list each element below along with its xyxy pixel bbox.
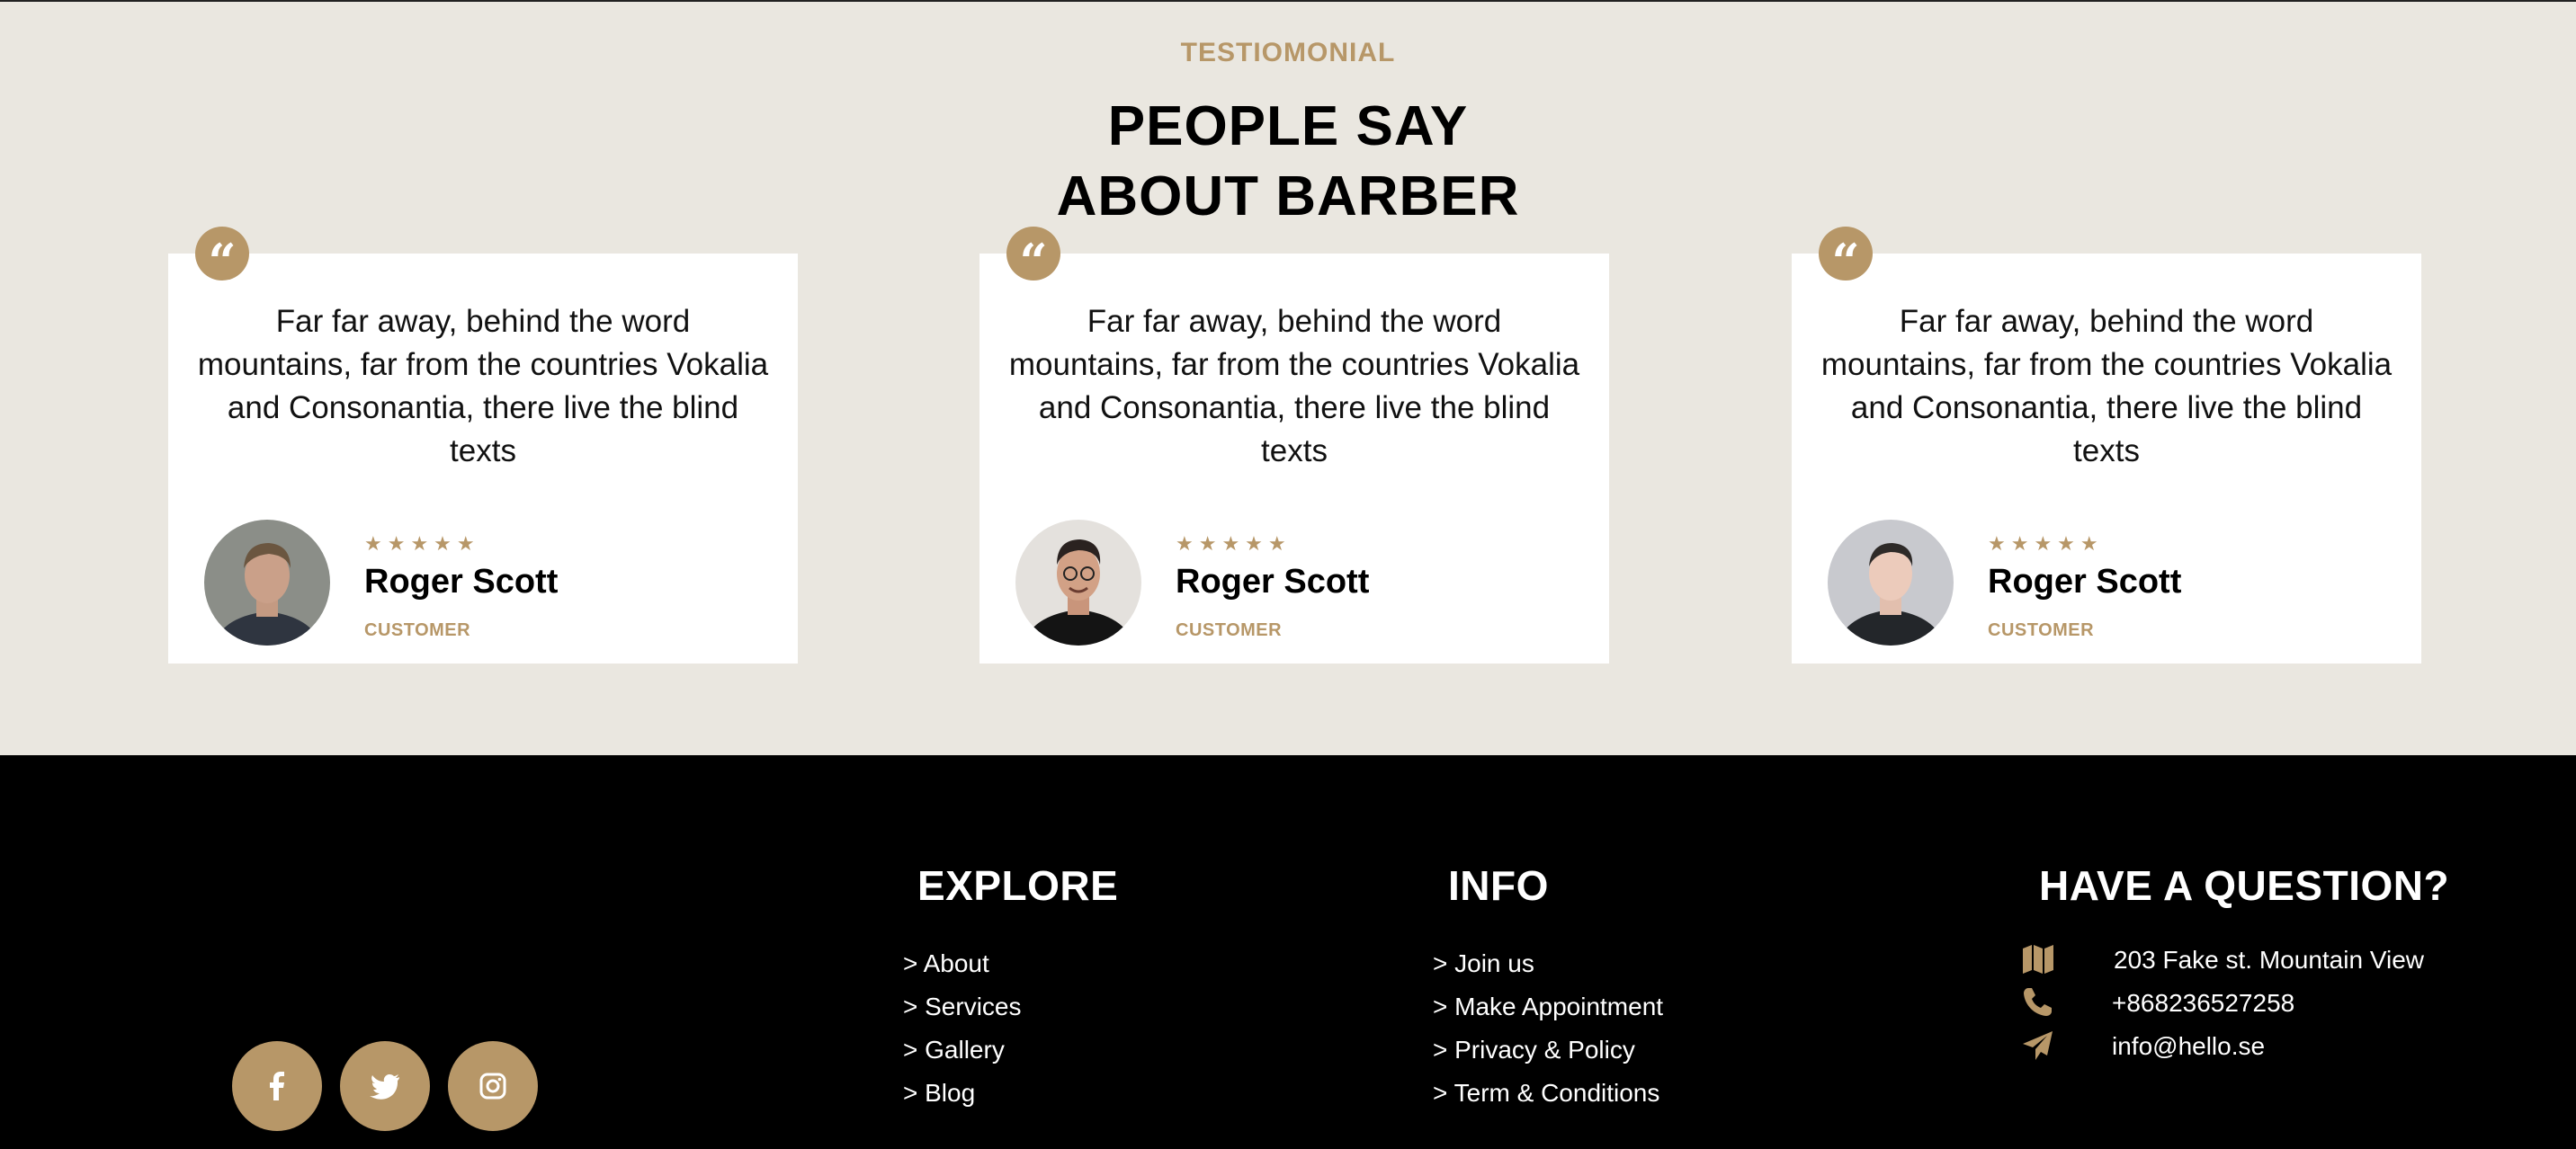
instagram-icon: [479, 1073, 506, 1100]
avatar: [204, 520, 330, 646]
reviewer-role: CUSTOMER: [1988, 620, 2095, 640]
rating-stars: ★★★★★: [1176, 532, 1292, 555]
section-title-line-2: ABOUT BARBER: [1056, 165, 1520, 227]
reviewer-name: Roger Scott: [364, 563, 559, 601]
email-text[interactable]: info@hello.se: [2112, 1032, 2265, 1061]
testimonial-text: Far far away, behind the word mountains,…: [197, 304, 769, 468]
facebook-icon: [270, 1072, 284, 1100]
quote-icon: “: [1006, 227, 1060, 290]
avatar: [1828, 520, 1954, 646]
footer-link-about[interactable]: > About: [903, 942, 1022, 985]
facebook-button[interactable]: [232, 1041, 322, 1131]
testimonial-card: “ Far far away, behind the word mountain…: [1792, 227, 2421, 664]
avatar: [1015, 520, 1141, 646]
footer-link-blog[interactable]: > Blog: [903, 1072, 1022, 1115]
quote-icon: “: [195, 227, 249, 290]
rating-stars: ★★★★★: [364, 532, 480, 555]
footer-link-privacy-policy[interactable]: > Privacy & Policy: [1433, 1029, 1663, 1072]
phone-icon: [2024, 988, 2052, 1016]
paper-plane-icon: [2023, 1031, 2053, 1060]
explore-heading: EXPLORE: [917, 862, 1119, 909]
footer-link-gallery[interactable]: > Gallery: [903, 1029, 1022, 1072]
map-icon: [2023, 945, 2053, 974]
quote-icon: “: [1819, 227, 1873, 290]
phone-text[interactable]: +868236527258: [2112, 989, 2294, 1018]
footer-link-services[interactable]: > Services: [903, 985, 1022, 1029]
rating-stars: ★★★★★: [1988, 532, 2104, 555]
section-eyebrow: TESTIOMONIAL: [1180, 38, 1396, 67]
footer: EXPLORE > About > Services > Gallery > B…: [0, 755, 2576, 1149]
section-title: PEOPLE SAY ABOUT BARBER: [0, 92, 2576, 232]
address-text: 203 Fake st. Mountain View: [2114, 946, 2425, 974]
explore-links: > About > Services > Gallery > Blog: [903, 942, 1022, 1115]
footer-link-join-us[interactable]: > Join us: [1433, 942, 1663, 985]
instagram-button[interactable]: [448, 1041, 538, 1131]
testimonial-card: “ Far far away, behind the word mountain…: [168, 227, 798, 664]
reviewer-role: CUSTOMER: [1176, 620, 1283, 640]
testimonial-text: Far far away, behind the word mountains,…: [1820, 304, 2393, 468]
footer-link-terms[interactable]: > Term & Conditions: [1433, 1072, 1663, 1115]
contact-heading: HAVE A QUESTION?: [2039, 862, 2450, 909]
reviewer-name: Roger Scott: [1176, 563, 1370, 601]
info-heading: INFO: [1448, 862, 1549, 909]
info-links: > Join us > Make Appointment > Privacy &…: [1433, 942, 1663, 1115]
section-title-line-1: PEOPLE SAY: [1107, 95, 1469, 157]
testimonial-text: Far far away, behind the word mountains,…: [1008, 304, 1580, 468]
testimonial-section: TESTIOMONIAL PEOPLE SAY ABOUT BARBER “ F…: [0, 0, 2576, 755]
twitter-button[interactable]: [340, 1041, 430, 1131]
twitter-icon: [370, 1074, 399, 1100]
testimonial-card: “ Far far away, behind the word mountain…: [979, 227, 1609, 664]
reviewer-role: CUSTOMER: [364, 620, 471, 640]
footer-link-make-appointment[interactable]: > Make Appointment: [1433, 985, 1663, 1029]
reviewer-name: Roger Scott: [1988, 563, 2182, 601]
